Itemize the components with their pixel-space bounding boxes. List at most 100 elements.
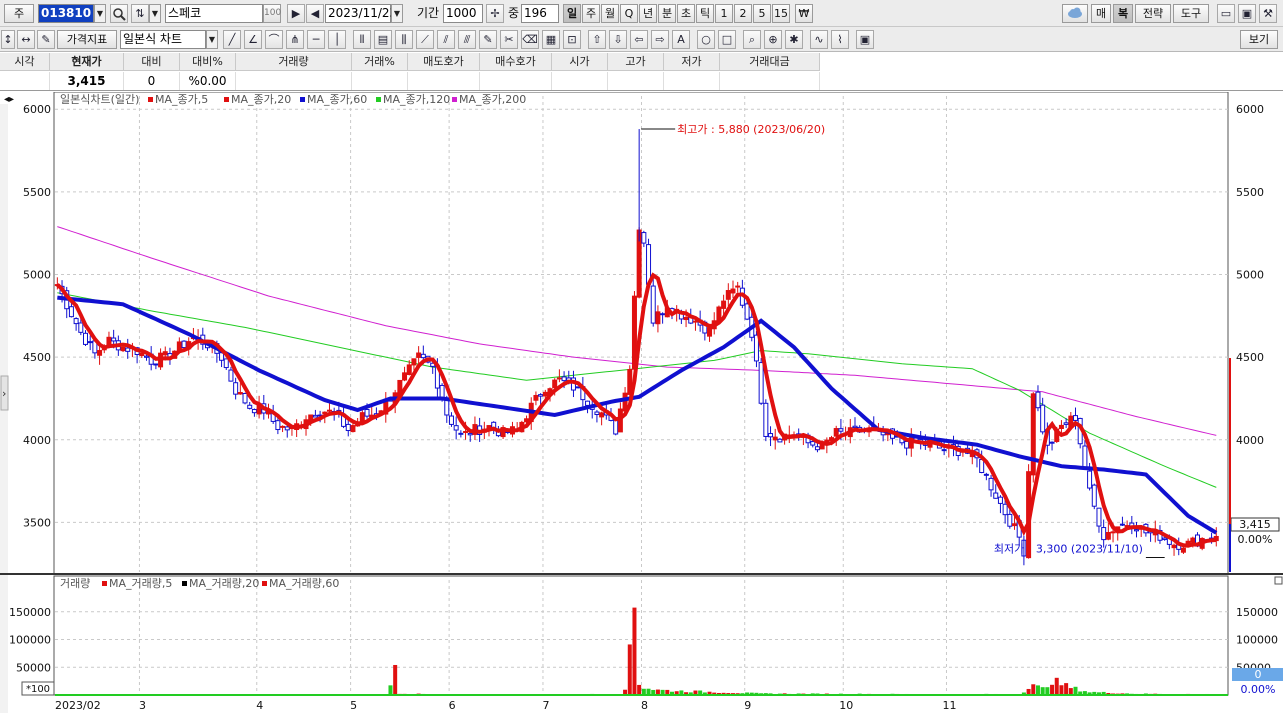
- sort-dropdown[interactable]: ▼: [149, 4, 161, 23]
- candle-body: [997, 496, 1003, 504]
- channel-icon[interactable]: ⫽: [437, 30, 455, 49]
- count-field[interactable]: 196: [521, 4, 559, 23]
- timeframe-5[interactable]: 분: [658, 4, 676, 23]
- stock-name-field[interactable]: 스페코: [165, 4, 263, 23]
- candle-body: [1030, 393, 1036, 476]
- circle-icon[interactable]: ○: [697, 30, 715, 49]
- chart-svg[interactable]: › ◂▸ 6000 6000 5500 5500 5000 5000 4500 4500 4000 4…: [0, 91, 1283, 713]
- currency-button[interactable]: ₩: [795, 4, 813, 23]
- timeframe-10[interactable]: 5: [753, 4, 771, 23]
- price-label: 3,415: [1239, 518, 1271, 531]
- left-right-arrow-icon[interactable]: ↔: [17, 30, 35, 49]
- gear-icon[interactable]: ✢: [486, 4, 504, 23]
- bars-icon[interactable]: ⫼: [395, 30, 413, 49]
- stock-code-dropdown[interactable]: ▼: [94, 4, 106, 23]
- quote-header-0: 시각: [0, 53, 50, 71]
- candle-body: [139, 352, 145, 357]
- zoom-icon[interactable]: ⌕: [743, 30, 761, 49]
- timeframe-1[interactable]: 주: [582, 4, 600, 23]
- candle-body: [538, 394, 544, 397]
- view-button[interactable]: 보기: [1240, 30, 1278, 49]
- crosshair-icon[interactable]: ⊕: [764, 30, 782, 49]
- folder-icon[interactable]: ▭: [1217, 4, 1235, 23]
- price-chart[interactable]: › ◂▸ 6000 6000 5500 5500 5000 5000 4500 4500 4000 4…: [0, 91, 1283, 713]
- text-icon[interactable]: A: [672, 30, 690, 49]
- tool-icon[interactable]: ✂: [500, 30, 518, 49]
- candle-body: [406, 364, 412, 375]
- x-label-1: 3: [139, 699, 146, 712]
- date-dropdown[interactable]: ▼: [391, 4, 403, 23]
- indicator-button[interactable]: 가격지표: [57, 30, 117, 49]
- up-down-arrow-icon[interactable]: ↕: [1, 30, 15, 49]
- image-icon[interactable]: ▣: [856, 30, 874, 49]
- parallel-icon[interactable]: ⫻: [458, 30, 476, 49]
- save-icon[interactable]: ▣: [1238, 4, 1256, 23]
- vertical-line-icon[interactable]: │: [328, 30, 346, 49]
- edit-icon[interactable]: ✎: [37, 30, 55, 49]
- line-icon[interactable]: ╱: [223, 30, 241, 49]
- prev-arrow-icon[interactable]: ◀: [306, 4, 324, 23]
- search-icon[interactable]: [110, 4, 128, 23]
- arc-icon[interactable]: ⌒: [265, 30, 283, 49]
- eraser-icon[interactable]: ⌫: [521, 30, 539, 49]
- timeframe-3[interactable]: Q: [620, 4, 638, 23]
- table-icon[interactable]: ▤: [374, 30, 392, 49]
- pattern-icon[interactable]: ⌇: [831, 30, 849, 49]
- timeframe-6[interactable]: 초: [677, 4, 695, 23]
- next-arrow-icon[interactable]: ▶: [287, 4, 305, 23]
- timeframe-9[interactable]: 2: [734, 4, 752, 23]
- volume-tick-left: 150000: [9, 606, 51, 619]
- date-field[interactable]: 2023/11/23: [325, 4, 397, 23]
- candle-body: [941, 449, 947, 452]
- arrow-right-icon[interactable]: ⇨: [651, 30, 669, 49]
- volume-bar: [632, 607, 637, 695]
- fan-icon[interactable]: ⋔: [286, 30, 304, 49]
- timeframe-8[interactable]: 1: [715, 4, 733, 23]
- wrench-icon[interactable]: ⚒: [1259, 4, 1277, 23]
- candle-body: [730, 288, 736, 294]
- volume-bar: [1031, 684, 1036, 695]
- period-field[interactable]: 1000: [443, 4, 483, 23]
- timeframe-0[interactable]: 일: [563, 4, 581, 23]
- arrow-up-icon[interactable]: ⇧: [588, 30, 606, 49]
- grid-lines-icon[interactable]: ⦀: [353, 30, 371, 49]
- timeframe-2[interactable]: 월: [601, 4, 619, 23]
- chart-edit-icon[interactable]: ▦: [542, 30, 560, 49]
- square-icon[interactable]: □: [718, 30, 736, 49]
- chart-type-dropdown[interactable]: ▼: [206, 30, 218, 49]
- timeframe-11[interactable]: 15: [772, 4, 790, 23]
- horizontal-line-icon[interactable]: ─: [307, 30, 325, 49]
- scroll-arrows-icon: ◂▸: [4, 94, 14, 105]
- wave-icon[interactable]: ∿: [810, 30, 828, 49]
- right-button-3[interactable]: 도구: [1173, 4, 1209, 23]
- low-annotation: 3,300 (2023/11/10): [1036, 542, 1143, 555]
- volume-close-icon[interactable]: [1274, 576, 1283, 585]
- volume-legend-swatch-2: [262, 581, 267, 586]
- timeframe-4[interactable]: 년: [639, 4, 657, 23]
- angle-icon[interactable]: ∠: [244, 30, 262, 49]
- pencil-icon[interactable]: ✎: [479, 30, 497, 49]
- legend-item-1: MA_종가,20: [231, 93, 291, 106]
- candle-body: [1190, 537, 1196, 543]
- right-button-0[interactable]: 매: [1091, 4, 1111, 23]
- legend-swatch-0: [148, 97, 153, 102]
- legend-title: 일본식차트(일간): [60, 92, 139, 106]
- candle-body: [983, 473, 989, 476]
- right-button-2[interactable]: 전략: [1135, 4, 1171, 23]
- candle-body: [420, 353, 426, 359]
- box-icon[interactable]: ⊡: [563, 30, 581, 49]
- right-button-1[interactable]: 복: [1113, 4, 1133, 23]
- timeframe-7[interactable]: 틱: [696, 4, 714, 23]
- candle-body: [82, 332, 88, 345]
- stock-code-field[interactable]: 013810: [38, 4, 94, 23]
- arrow-left-icon[interactable]: ⇦: [630, 30, 648, 49]
- candle-body: [143, 355, 149, 358]
- settings-icon[interactable]: ✱: [785, 30, 803, 49]
- chart-type-select[interactable]: 일본식 차트: [120, 30, 206, 49]
- sort-icon[interactable]: ⇅: [131, 4, 149, 23]
- candle-body: [275, 420, 281, 431]
- arrow-down-icon[interactable]: ⇩: [609, 30, 627, 49]
- regression-icon[interactable]: ⟋: [416, 30, 434, 49]
- cloud-button[interactable]: [1062, 4, 1088, 23]
- period-prefix-button[interactable]: 주: [4, 4, 34, 23]
